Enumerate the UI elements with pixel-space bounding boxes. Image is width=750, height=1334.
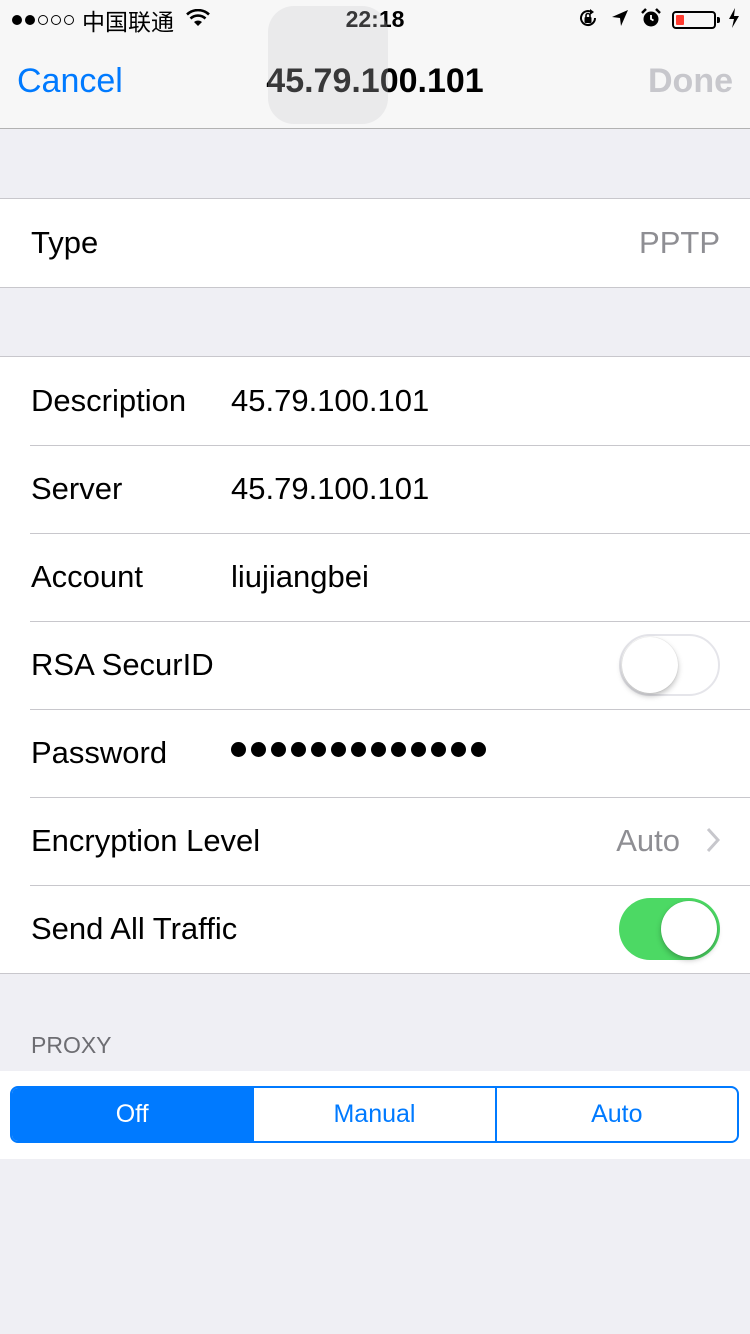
alarm-icon: [640, 7, 662, 34]
chevron-right-icon: [706, 827, 721, 858]
rsa-securid-label: RSA SecurID: [31, 647, 214, 682]
password-mask-dot: [231, 742, 246, 757]
send-all-traffic-row: Send All Traffic: [0, 885, 750, 973]
password-mask-dot: [371, 742, 386, 757]
charging-bolt-icon: [728, 7, 740, 34]
type-group: Type PPTP: [0, 198, 750, 288]
description-label: Description: [31, 383, 187, 418]
password-mask-dot: [291, 742, 306, 757]
password-mask-dot: [431, 742, 446, 757]
send-all-traffic-label: Send All Traffic: [31, 911, 238, 946]
orientation-lock-icon: [576, 6, 600, 35]
done-button[interactable]: Done: [648, 62, 733, 101]
toggle-knob: [661, 901, 717, 957]
proxy-segmented-control: Off Manual Auto: [10, 1086, 739, 1143]
proxy-section-header: PROXY: [31, 1032, 112, 1058]
password-mask-dot: [311, 742, 326, 757]
server-field[interactable]: 45.79.100.101: [231, 445, 429, 533]
send-all-traffic-toggle[interactable]: [619, 898, 720, 960]
password-mask-dot: [251, 742, 266, 757]
account-label: Account: [31, 559, 144, 594]
password-row[interactable]: Password: [0, 709, 750, 797]
account-row[interactable]: Account liujiangbei: [0, 533, 750, 621]
password-mask-dot: [351, 742, 366, 757]
encryption-level-value: Auto: [616, 823, 680, 858]
toggle-knob: [622, 637, 678, 693]
location-arrow-icon: [610, 8, 630, 33]
type-value: PPTP: [639, 225, 720, 260]
encryption-level-label: Encryption Level: [31, 823, 261, 858]
status-bar-right: [576, 6, 740, 34]
server-row[interactable]: Server 45.79.100.101: [0, 445, 750, 533]
vpn-settings-group: Description 45.79.100.101 Server 45.79.1…: [0, 356, 750, 974]
proxy-section: Off Manual Auto: [0, 1071, 750, 1159]
rsa-securid-row: RSA SecurID: [0, 621, 750, 709]
password-field[interactable]: [231, 742, 486, 757]
password-mask-dot: [411, 742, 426, 757]
password-mask-dot: [391, 742, 406, 757]
proxy-option-auto[interactable]: Auto: [494, 1088, 737, 1141]
description-field[interactable]: 45.79.100.101: [231, 357, 429, 445]
proxy-option-off[interactable]: Off: [12, 1088, 253, 1141]
password-mask-dot: [271, 742, 286, 757]
account-field[interactable]: liujiangbei: [231, 533, 369, 621]
type-row[interactable]: Type PPTP: [0, 199, 750, 287]
encryption-level-row[interactable]: Encryption Level Auto: [0, 797, 750, 885]
password-mask-dot: [331, 742, 346, 757]
password-label: Password: [31, 735, 168, 770]
password-mask-dot: [451, 742, 466, 757]
rsa-securid-toggle[interactable]: [619, 634, 720, 696]
type-label: Type: [31, 225, 99, 260]
battery-icon: [672, 11, 720, 29]
description-row[interactable]: Description 45.79.100.101: [0, 357, 750, 445]
proxy-option-manual[interactable]: Manual: [252, 1088, 494, 1141]
ghost-overlay: [268, 6, 388, 124]
password-mask-dot: [471, 742, 486, 757]
server-label: Server: [31, 471, 123, 506]
